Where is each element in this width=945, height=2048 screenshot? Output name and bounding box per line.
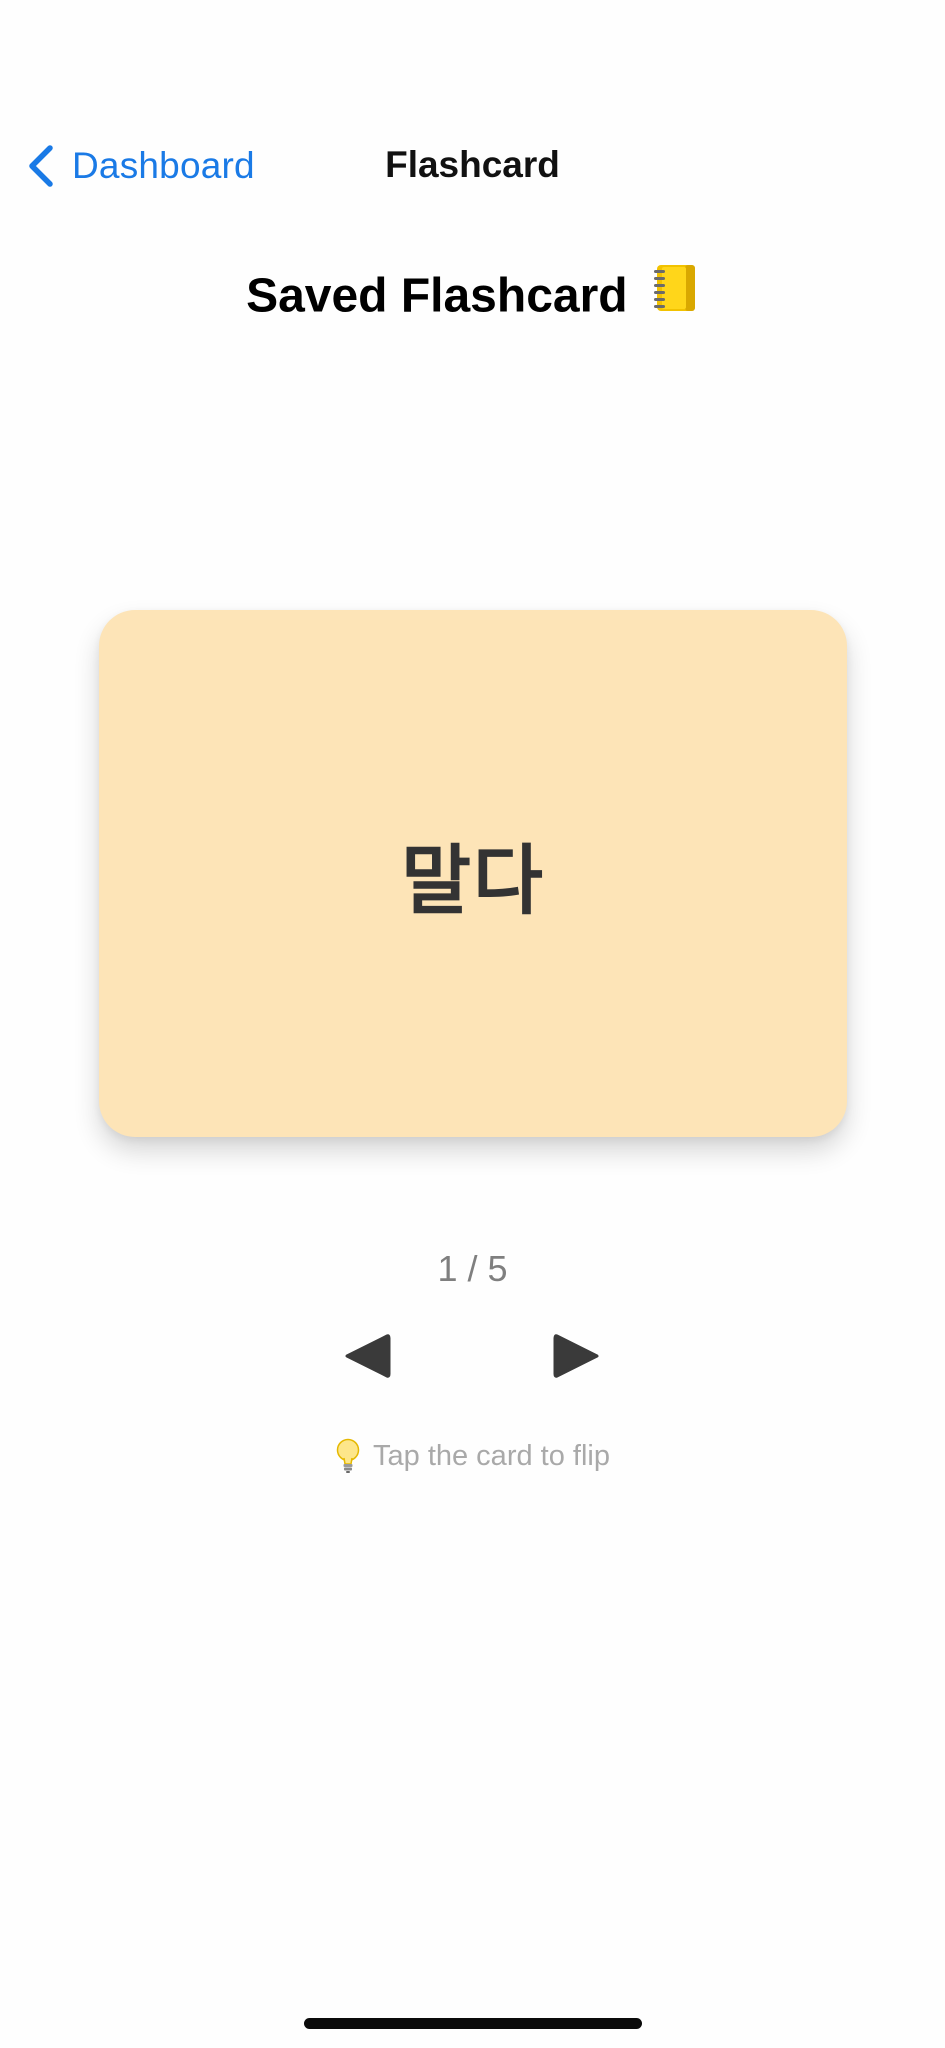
next-card-button[interactable]	[546, 1328, 606, 1384]
previous-card-button[interactable]	[338, 1328, 398, 1384]
lightbulb-icon	[336, 1438, 360, 1473]
page-title-text: Saved Flashcard	[246, 269, 628, 323]
triangle-right-icon	[553, 1334, 599, 1378]
flashcard[interactable]: 말다	[99, 610, 847, 1137]
navigation-bar: Dashboard Flashcard	[0, 130, 945, 202]
flip-hint: Tap the card to flip	[0, 1438, 945, 1474]
nav-title: Flashcard	[385, 144, 560, 185]
card-counter: 1 / 5	[437, 1248, 508, 1289]
hint-text: Tap the card to flip	[373, 1439, 610, 1472]
page-title: Saved Flashcard	[0, 265, 945, 330]
flashcard-word: 말다	[401, 835, 545, 925]
triangle-left-icon	[345, 1334, 391, 1378]
home-indicator[interactable]	[304, 2018, 642, 2029]
notebook-icon	[653, 263, 699, 325]
